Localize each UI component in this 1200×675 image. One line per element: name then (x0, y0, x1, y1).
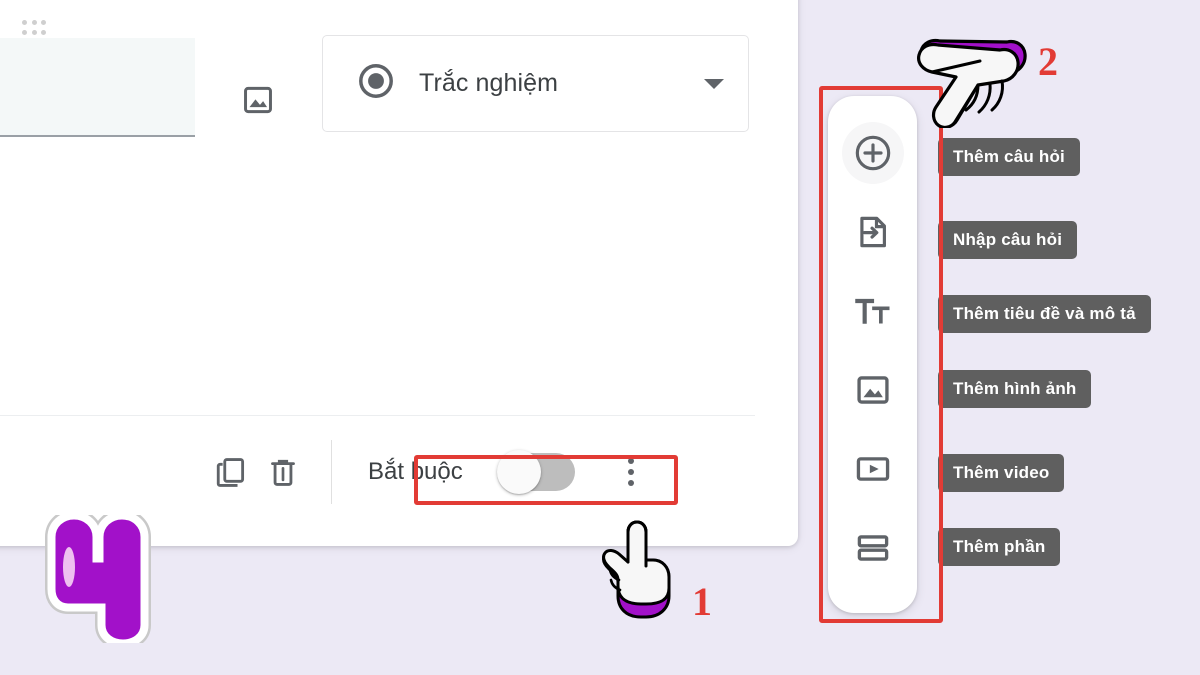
question-title-input[interactable] (0, 38, 195, 137)
tooltip-add-title-description: Thêm tiêu đề và mô tả (938, 295, 1151, 333)
drag-dot (31, 20, 37, 25)
video-icon (856, 457, 889, 481)
image-icon (856, 376, 889, 404)
drag-dot (41, 20, 47, 25)
required-toggle-switch[interactable] (496, 450, 575, 494)
drag-dot (41, 29, 47, 35)
footer-tools: Bắt buộc (205, 440, 657, 504)
tooltip-add-video: Thêm video (938, 454, 1065, 492)
kebab-dot (627, 458, 634, 464)
add-title-description-button[interactable] (842, 280, 904, 342)
trash-icon (271, 459, 295, 486)
step-marker-2: 2 (1038, 39, 1058, 84)
kebab-dot (627, 480, 634, 486)
step-badge-4: 4 (38, 509, 160, 650)
image-icon (244, 86, 272, 114)
question-type-select[interactable]: Trắc nghiệm (322, 35, 749, 132)
tooltip-import-questions: Nhập câu hỏi (938, 221, 1078, 259)
toggle-knob (496, 450, 541, 494)
footer-separator (331, 440, 332, 504)
add-circle-icon (855, 135, 890, 171)
delete-question-button[interactable] (257, 446, 309, 498)
tooltip-add-question: Thêm câu hỏi (938, 138, 1080, 176)
hand-cursor-pointer-2 (912, 28, 1030, 133)
kebab-dot (627, 469, 634, 475)
radio-button-icon (357, 62, 395, 105)
duplicate-question-button[interactable] (205, 446, 257, 498)
screenshot-root: Trắc nghiệm Bắt buộc Thêm câu hỏi Nhập c… (0, 0, 1200, 675)
question-card: Trắc nghiệm Bắt buộc (0, 0, 798, 546)
drag-dot (31, 29, 37, 35)
question-editor-side-toolbar (828, 96, 917, 613)
question-type-value: Trắc nghiệm (419, 69, 559, 97)
drag-dot (22, 20, 27, 25)
section-icon (857, 535, 888, 561)
add-section-button[interactable] (842, 517, 904, 579)
required-toggle-row[interactable]: Bắt buộc (346, 448, 591, 496)
chevron-down-icon[interactable] (704, 78, 724, 89)
question-more-options-button[interactable] (605, 446, 657, 498)
tooltip-add-image: Thêm hình ảnh (938, 370, 1092, 408)
add-question-button[interactable] (841, 122, 904, 184)
required-label: Bắt buộc (368, 458, 463, 485)
add-image-to-question-button[interactable] (238, 80, 278, 120)
import-file-icon (859, 216, 886, 248)
hand-cursor-pointer-1 (596, 520, 688, 625)
add-image-button[interactable] (842, 359, 904, 421)
tooltip-add-section: Thêm phần (938, 528, 1061, 566)
import-questions-button[interactable] (842, 201, 904, 263)
step-marker-1: 1 (692, 579, 712, 624)
title-text-icon (854, 298, 889, 324)
duplicate-icon (216, 458, 245, 487)
add-video-button[interactable] (842, 438, 904, 500)
drag-dots-icon[interactable] (22, 20, 48, 36)
drag-dot (22, 29, 27, 35)
